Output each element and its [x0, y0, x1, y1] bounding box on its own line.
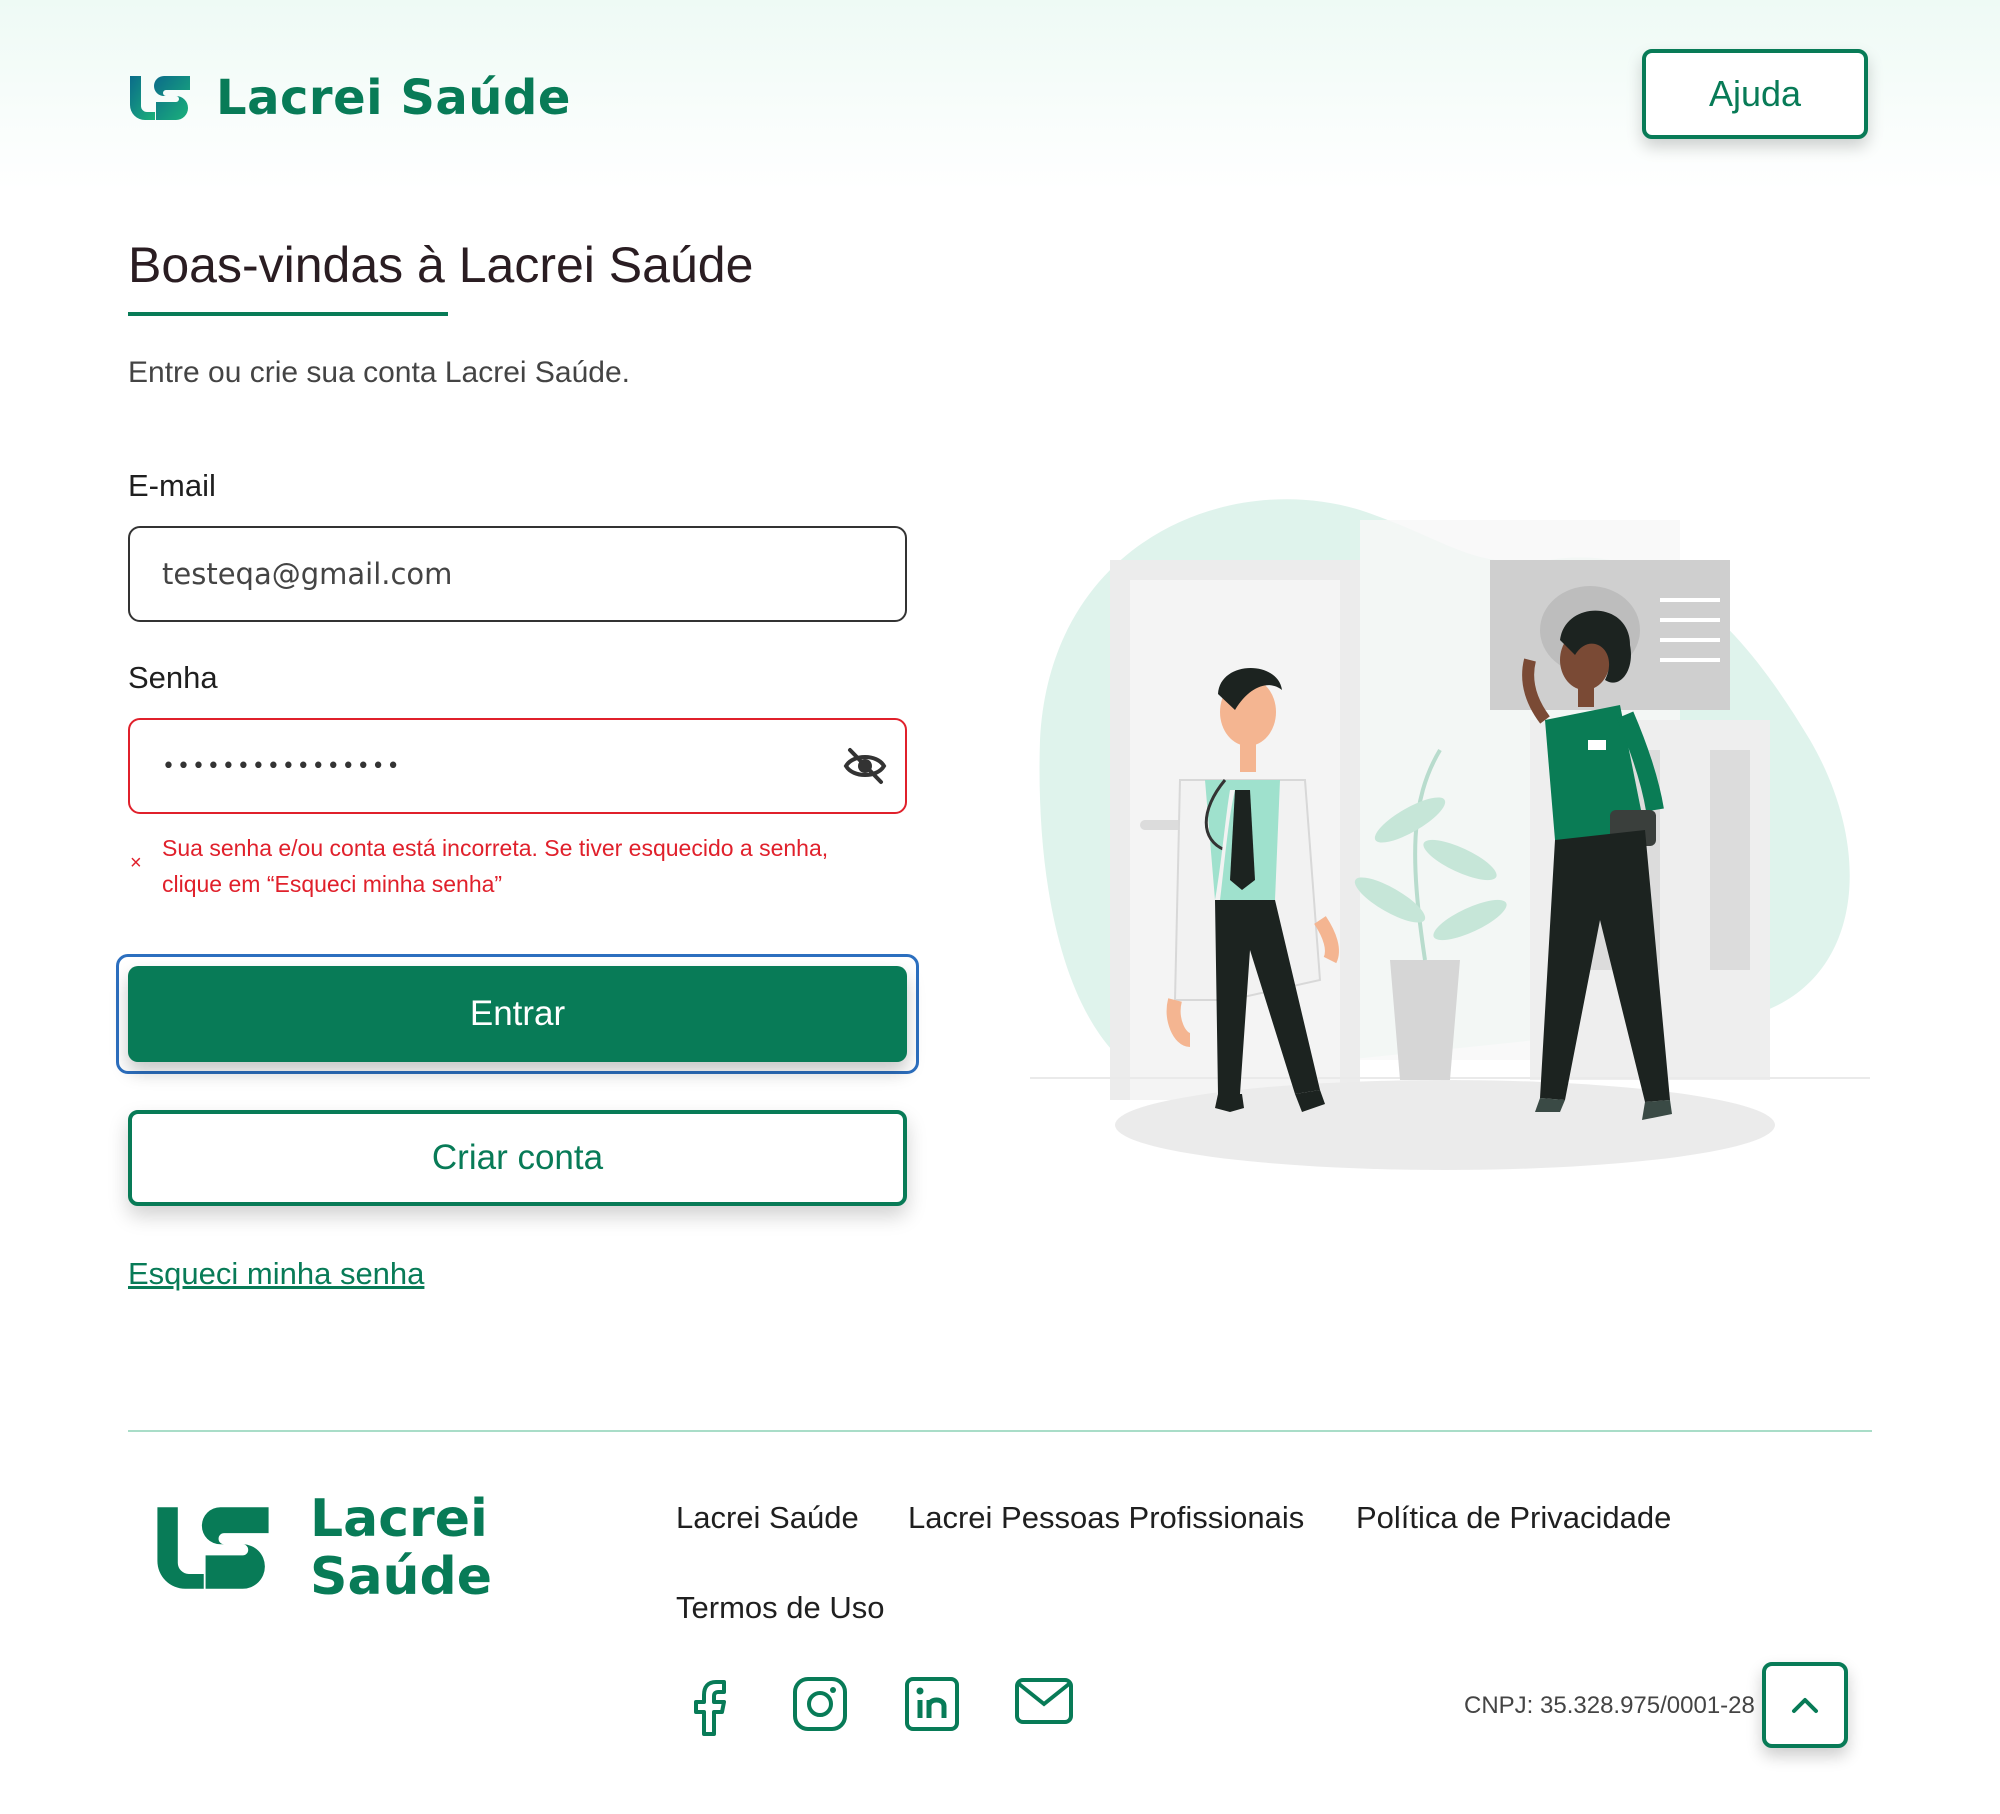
footer-logo[interactable]: Lacrei Saúde	[150, 1490, 492, 1606]
password-error-message: Sua senha e/ou conta está incorreta. Se …	[162, 830, 902, 902]
password-value: ••••••••••••••••	[162, 753, 402, 779]
password-field[interactable]: ••••••••••••••••	[128, 718, 907, 814]
cnpj-text: CNPJ: 35.328.975/0001-28	[1464, 1692, 1755, 1719]
facebook-icon[interactable]	[686, 1676, 732, 1738]
email-field[interactable]: testeqa@gmail.com	[128, 526, 907, 622]
footer-logo-text: Lacrei Saúde	[310, 1490, 492, 1606]
footer-link-privacidade[interactable]: Política de Privacidade	[1356, 1500, 1671, 1536]
lacrei-logo-icon	[157, 1507, 269, 1589]
title-underline	[128, 312, 448, 316]
instagram-icon[interactable]	[792, 1676, 848, 1732]
email-value: testeqa@gmail.com	[162, 557, 453, 591]
footer-link-lacrei-saude[interactable]: Lacrei Saúde	[676, 1500, 859, 1536]
footer-logo-line-1: Lacrei	[310, 1489, 488, 1549]
lacrei-logo-icon	[130, 76, 190, 120]
forgot-password-link[interactable]: Esqueci minha senha	[128, 1256, 424, 1292]
error-line-1: Sua senha e/ou conta está incorreta. Se …	[162, 835, 829, 861]
error-line-2: clique em “Esqueci minha senha”	[162, 871, 503, 897]
footer-logo-line-2: Saúde	[310, 1547, 493, 1607]
login-button[interactable]: Entrar	[128, 966, 907, 1062]
password-label: Senha	[128, 660, 218, 695]
help-button[interactable]: Ajuda	[1642, 49, 1868, 139]
chevron-up-icon	[1792, 1698, 1818, 1713]
back-to-top-button[interactable]	[1762, 1662, 1848, 1748]
eye-off-icon[interactable]	[843, 746, 887, 793]
doctor-patient-illustration	[1030, 499, 1870, 1170]
footer-divider	[128, 1430, 1872, 1432]
linkedin-icon[interactable]	[904, 1676, 960, 1732]
page-title: Boas-vindas à Lacrei Saúde	[128, 237, 754, 293]
error-icon: ×	[130, 852, 142, 874]
email-label: E-mail	[128, 468, 216, 503]
page-subtitle: Entre ou crie sua conta Lacrei Saúde.	[128, 356, 630, 389]
logo-text: Lacrei Saúde	[216, 70, 571, 126]
create-account-button[interactable]: Criar conta	[128, 1110, 907, 1206]
footer-link-termos[interactable]: Termos de Uso	[676, 1590, 884, 1626]
mail-icon[interactable]	[1014, 1676, 1074, 1726]
footer-link-pessoas-profissionais[interactable]: Lacrei Pessoas Profissionais	[908, 1500, 1304, 1536]
header-logo[interactable]: Lacrei Saúde	[126, 70, 571, 126]
